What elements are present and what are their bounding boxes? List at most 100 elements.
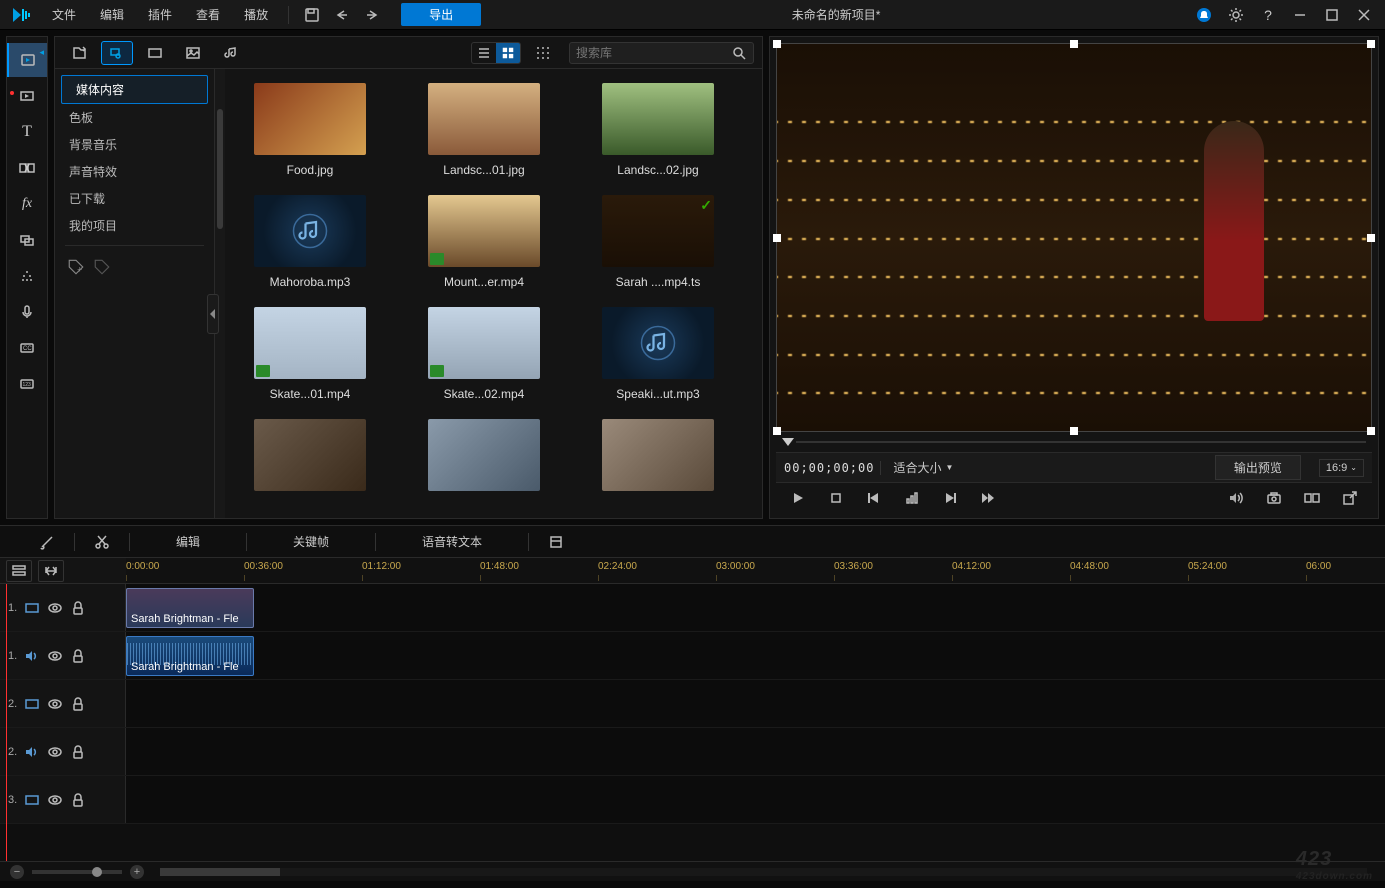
undo-button[interactable] [329, 4, 355, 26]
preview-scrubber[interactable] [776, 432, 1372, 452]
folder-sfx[interactable]: 声音特效 [55, 158, 214, 185]
import-button[interactable] [63, 41, 95, 65]
tab-edit[interactable]: 编辑 [144, 529, 232, 554]
media-thumb[interactable] [245, 419, 375, 499]
media-thumb[interactable] [419, 419, 549, 499]
track-body[interactable]: Sarah Brightman - Fle [126, 632, 1385, 679]
folder-media[interactable]: 媒体内容 [61, 75, 208, 104]
timeline-hscroll[interactable] [160, 868, 1367, 876]
fast-forward-button[interactable] [974, 487, 1002, 509]
more-tools[interactable] [543, 531, 569, 553]
lock-icon[interactable] [70, 648, 86, 664]
tool-title[interactable]: T [7, 115, 47, 149]
zoom-slider[interactable] [32, 870, 122, 874]
tool-media[interactable]: ◂ [7, 43, 47, 77]
export-button[interactable]: 导出 [401, 3, 481, 26]
filter-video[interactable] [139, 41, 171, 65]
media-thumb[interactable]: Skate...02.mp4 [419, 307, 549, 401]
visibility-icon[interactable] [47, 696, 63, 712]
razor-tool[interactable] [34, 531, 60, 553]
track-body[interactable] [126, 680, 1385, 727]
menu-edit[interactable]: 编辑 [90, 2, 134, 27]
tool-audio-record[interactable] [7, 295, 47, 329]
view-grid[interactable] [496, 43, 520, 63]
snapshot-button[interactable] [1260, 487, 1288, 509]
search-box[interactable] [569, 42, 754, 64]
tool-template[interactable]: 123 [7, 367, 47, 401]
media-thumb[interactable]: Speaki...ut.mp3 [593, 307, 723, 401]
close-button[interactable] [1351, 4, 1377, 26]
zoom-in-button[interactable]: + [130, 865, 144, 879]
tool-overlay[interactable] [7, 223, 47, 257]
visibility-icon[interactable] [47, 744, 63, 760]
minimize-button[interactable] [1287, 4, 1313, 26]
folder-myproject[interactable]: 我的项目 [55, 212, 214, 239]
cut-button[interactable] [89, 531, 115, 553]
zoom-out-button[interactable]: − [10, 865, 24, 879]
menu-file[interactable]: 文件 [42, 2, 86, 27]
search-input[interactable] [576, 46, 731, 60]
track-body[interactable] [126, 776, 1385, 823]
folder-colorboards[interactable]: 色板 [55, 104, 214, 131]
tab-keyframe[interactable]: 关键帧 [261, 529, 361, 554]
track-view-button[interactable] [6, 560, 32, 582]
tool-effect[interactable]: fx [7, 187, 47, 221]
media-thumb[interactable]: Landsc...02.jpg [593, 83, 723, 177]
aspect-ratio-select[interactable]: 16:9⌄ [1319, 459, 1364, 477]
visibility-icon[interactable] [47, 648, 63, 664]
select-tool[interactable] [12, 531, 28, 553]
media-thumb[interactable]: Mount...er.mp4 [419, 195, 549, 289]
menu-view[interactable]: 查看 [186, 2, 230, 27]
media-thumb[interactable] [593, 419, 723, 499]
tool-record[interactable] [7, 79, 47, 113]
lock-icon[interactable] [70, 600, 86, 616]
prev-frame-button[interactable] [860, 487, 888, 509]
next-frame-button[interactable] [936, 487, 964, 509]
filter-image[interactable] [177, 41, 209, 65]
media-thumb[interactable]: Skate...01.mp4 [245, 307, 375, 401]
popout-button[interactable] [1336, 487, 1364, 509]
tool-subtitle[interactable]: CC [7, 331, 47, 365]
dual-preview-button[interactable] [1298, 487, 1326, 509]
notification-icon[interactable] [1191, 4, 1217, 26]
media-thumb[interactable]: ✓Sarah ....mp4.ts [593, 195, 723, 289]
folder-downloaded[interactable]: 已下载 [55, 185, 214, 212]
tool-particle[interactable] [7, 259, 47, 293]
timeline-ruler[interactable]: 0:00:0000:36:0001:12:0001:48:0002:24:000… [126, 558, 1385, 583]
settings-icon[interactable] [1223, 4, 1249, 26]
stop-button[interactable] [822, 487, 850, 509]
track-body[interactable] [126, 728, 1385, 775]
tag-add-icon[interactable]: + [67, 258, 85, 276]
tab-speech-to-text[interactable]: 语音转文本 [390, 529, 514, 554]
play-button[interactable] [784, 487, 812, 509]
filter-audio[interactable] [215, 41, 247, 65]
folder-bgm[interactable]: 背景音乐 [55, 131, 214, 158]
preview-viewport[interactable] [776, 43, 1372, 432]
media-thumb[interactable]: Mahoroba.mp3 [245, 195, 375, 289]
visibility-icon[interactable] [47, 792, 63, 808]
menu-play[interactable]: 播放 [234, 2, 278, 27]
media-thumb[interactable]: Food.jpg [245, 83, 375, 177]
collapse-folder-pane[interactable] [207, 294, 219, 334]
tag-icon[interactable] [93, 258, 111, 276]
volume-button[interactable] [1222, 487, 1250, 509]
media-thumb[interactable]: Landsc...01.jpg [419, 83, 549, 177]
menu-plugins[interactable]: 插件 [138, 2, 182, 27]
visibility-icon[interactable] [47, 600, 63, 616]
zoom-fit-select[interactable]: 适合大小▼ [885, 457, 961, 478]
save-button[interactable] [299, 4, 325, 26]
filter-video-audio[interactable] [101, 41, 133, 65]
lock-icon[interactable] [70, 792, 86, 808]
keyframe-button[interactable] [898, 487, 926, 509]
maximize-button[interactable] [1319, 4, 1345, 26]
sort-button[interactable] [531, 43, 555, 63]
help-icon[interactable]: ? [1255, 4, 1281, 26]
track-body[interactable]: Sarah Brightman - Fle [126, 584, 1385, 631]
lock-icon[interactable] [70, 696, 86, 712]
snap-button[interactable] [38, 560, 64, 582]
output-preview-button[interactable]: 输出预览 [1215, 455, 1301, 480]
tool-transition[interactable] [7, 151, 47, 185]
clip-audio[interactable]: Sarah Brightman - Fle [126, 636, 254, 676]
redo-button[interactable] [359, 4, 385, 26]
view-list[interactable] [472, 43, 496, 63]
